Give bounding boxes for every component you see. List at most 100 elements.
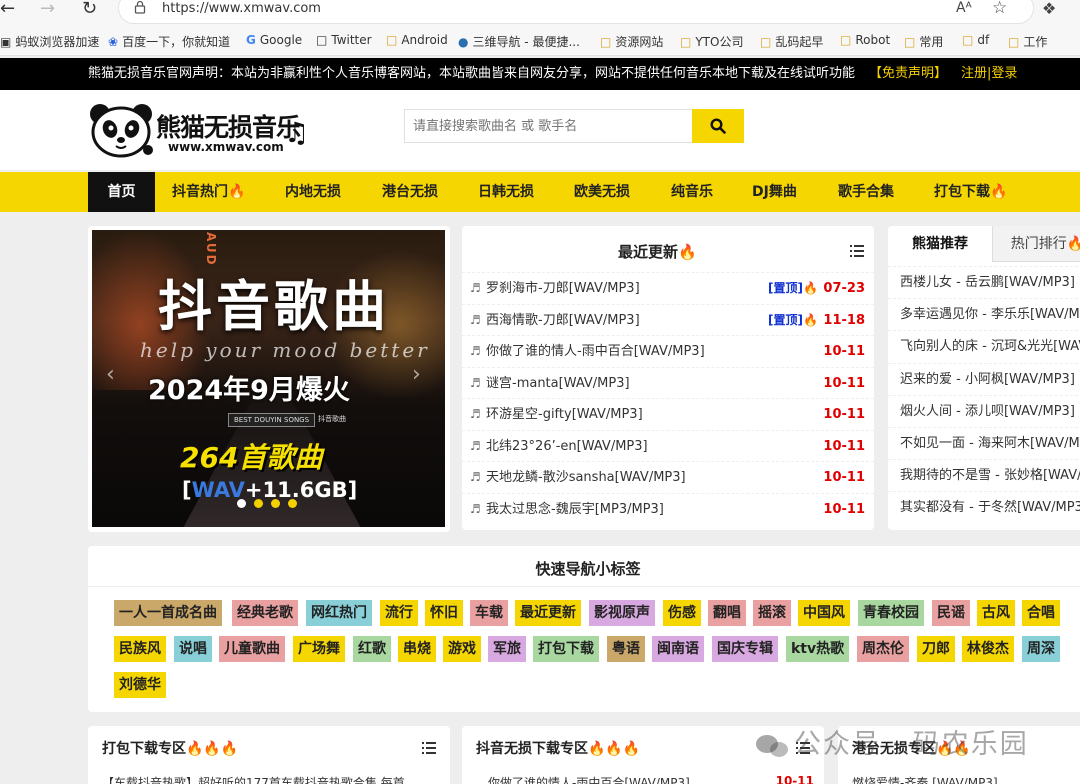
recommend-item[interactable]: 迟来的爱 - 小阿枫[WAV/MP3] [888,362,1080,395]
quick-tag[interactable]: 周深 [1022,636,1060,662]
quick-tag[interactable]: 儿童歌曲 [219,636,285,662]
recommend-item[interactable]: 西楼儿女 - 岳云鹏[WAV/MP3] [888,266,1080,298]
nav-pure-music[interactable]: 纯音乐 [671,172,713,212]
quick-tag[interactable]: ktv热歌 [786,636,850,662]
bookmark-item[interactable]: □ 工作 [1008,33,1047,50]
bookmark-item[interactable]: □ YTO公司 [680,33,743,50]
bookmark-item[interactable]: □ 资源网站 [600,33,663,50]
recent-item-title[interactable]: 你做了谁的情人-雨中百合[WAV/MP3] [486,336,705,366]
quick-tag[interactable]: 影视原声 [589,600,655,626]
back-icon[interactable]: ← [0,0,15,18]
quick-tag[interactable]: 摇滚 [753,600,791,626]
quick-tag[interactable]: 串烧 [398,636,436,662]
recommend-item[interactable]: 我期待的不是雪 - 张妙格[WAV/MP3] [888,459,1080,491]
nav-douyin-hot[interactable]: 抖音热门🔥 [172,172,245,212]
quick-tag[interactable]: 最近更新 [515,600,581,626]
recent-item[interactable]: ♬ 谜宫-manta[WAV/MP3] 10-11 [462,366,874,398]
quick-tag[interactable]: 刀郎 [917,636,955,662]
nav-dj-music[interactable]: DJ舞曲 [752,172,797,212]
forward-icon[interactable]: → [40,0,55,18]
recent-item-title[interactable]: 天地龙鳞-散沙sansha[WAV/MP3] [486,462,686,492]
quick-tag[interactable]: 怀旧 [425,600,463,626]
recommend-item[interactable]: 飞向别人的床 - 沉珂&光光[WAV/MP3] [888,330,1080,362]
recent-item-title[interactable]: 谜宫-manta[WAV/MP3] [486,368,630,398]
recommend-item[interactable]: 多幸运遇见你 - 李乐乐[WAV/MP3] [888,298,1080,330]
carousel-dot[interactable] [288,499,297,508]
bookmark-item[interactable]: ❀ 百度一下，你就知道 [108,33,230,50]
read-aloud-icon[interactable]: Aᴬ [956,0,972,16]
search-button[interactable] [692,109,744,143]
recommend-item[interactable]: 不如见一面 - 海来阿木[WAV/MP3] [888,427,1080,459]
bookmark-item[interactable]: □ Robot [840,33,890,47]
quick-tag[interactable]: 民谣 [932,600,970,626]
recommend-item[interactable]: 其实都没有 - 于冬然[WAV/MP3] [888,491,1080,523]
tab-panda-recommend[interactable]: 熊猫推荐 [888,226,992,262]
quick-tag[interactable]: 说唱 [174,636,212,662]
nav-bundle-download[interactable]: 打包下载🔥 [934,172,1007,212]
banner-prev-arrow[interactable]: ‹ [106,362,115,387]
quick-tag[interactable]: 青春校园 [858,600,924,626]
list-icon[interactable] [422,742,436,754]
bookmark-item[interactable]: □ Android [386,33,448,47]
quick-tag[interactable]: 广场舞 [293,636,345,662]
recent-item[interactable]: ♬ 罗刹海市-刀郎[WAV/MP3] [置顶]🔥 07-23 [462,272,874,303]
list-icon[interactable] [850,245,864,257]
recent-item-title[interactable]: 环游星空-gifty[WAV/MP3] [486,399,643,429]
quick-tag[interactable]: 民族风 [114,636,166,662]
bookmark-item[interactable]: ▣ 蚂蚁浏览器加速 [0,33,99,50]
bookmark-item[interactable]: □ df [962,33,989,47]
recent-item-title[interactable]: 我太过思念-魏辰宇[MP3/MP3] [486,494,664,524]
carousel-dot[interactable] [271,499,280,508]
nav-jpkr-lossless[interactable]: 日韩无损 [478,172,534,212]
quick-tag[interactable]: 流行 [380,600,418,626]
recent-item-title[interactable]: 罗刹海市-刀郎[WAV/MP3] [486,273,640,303]
bookmark-item[interactable]: □ 常用 [904,33,943,50]
carousel-dot[interactable] [237,499,246,508]
quick-tag[interactable]: 古风 [977,600,1015,626]
banner-next-arrow[interactable]: › [412,362,421,387]
quick-tag[interactable]: 车载 [470,600,508,626]
nav-western-lossless[interactable]: 欧美无损 [574,172,630,212]
recommend-item[interactable]: 烟火人间 - 添儿呗[WAV/MP3] [888,394,1080,427]
quick-tag[interactable]: 一人一首成名曲 [114,600,222,626]
quick-tag[interactable]: 林俊杰 [962,636,1014,662]
favorite-star-icon[interactable]: ☆ [992,0,1007,18]
url-text[interactable]: https://www.xmwav.com [162,1,321,16]
quick-tag[interactable]: 国庆专辑 [712,636,778,662]
nav-singer-collections[interactable]: 歌手合集 [838,172,894,212]
recent-item[interactable]: ♬ 你做了谁的情人-雨中百合[WAV/MP3] 10-11 [462,335,874,366]
register-login-link[interactable]: 注册|登录 [961,66,1017,81]
quick-tag[interactable]: 中国风 [798,600,850,626]
quick-tag[interactable]: 网红热门 [306,600,372,626]
recent-item[interactable]: ♬ 北纬23°26’-en[WAV/MP3] 10-11 [462,429,874,461]
recent-item[interactable]: ♬ 环游星空-gifty[WAV/MP3] 10-11 [462,398,874,429]
extensions-icon[interactable]: ❖ [1042,0,1056,18]
quick-tag[interactable]: 打包下载 [533,636,599,662]
disclaimer-link[interactable]: 【免责声明】 [869,66,947,81]
banner-carousel[interactable]: AUD 抖音歌曲 help your mood better 2024年9月爆火… [92,230,445,527]
bookmark-item[interactable]: □ Twitter [316,33,372,47]
quick-tag[interactable]: 游戏 [443,636,481,662]
bookmark-item[interactable]: □ 乱码起早 [760,33,823,50]
quick-tag[interactable]: 军旅 [488,636,526,662]
search-input[interactable] [404,109,692,143]
site-logo[interactable]: 熊猫无损音乐 www.xmwav.com ♫ [88,102,309,160]
section-first-item[interactable]: 燃烧爱情-齐秦 [WAV/MP3] [852,774,998,784]
carousel-dot[interactable] [254,499,263,508]
quick-tag[interactable]: 合唱 [1022,600,1060,626]
quick-tag[interactable]: 经典老歌 [232,600,298,626]
recent-item-title[interactable]: 北纬23°26’-en[WAV/MP3] [486,431,648,461]
quick-tag[interactable]: 粤语 [607,636,645,662]
tab-hot-ranking[interactable]: 热门排行🔥 [992,226,1080,262]
quick-tag[interactable]: 红歌 [353,636,391,662]
section-first-item[interactable]: 【车载抖音热歌】超好听的177首车载抖音热歌合集 每首 [102,774,405,784]
refresh-icon[interactable]: ↻ [82,0,97,18]
quick-tag[interactable]: 周杰伦 [857,636,909,662]
recent-item-title[interactable]: 西海情歌-刀郎[WAV/MP3] [486,305,640,335]
section-first-item[interactable]: 你做了谁的情人-雨中百合[WAV/MP3] [488,774,690,784]
quick-tag[interactable]: 闽南语 [652,636,704,662]
nav-home[interactable]: 首页 [88,172,155,212]
bookmark-item[interactable]: G Google [246,33,302,47]
bookmark-item[interactable]: ● 三维导航 - 最便捷... [458,33,580,50]
recent-item[interactable]: ♬ 天地龙鳞-散沙sansha[WAV/MP3] 10-11 [462,461,874,492]
